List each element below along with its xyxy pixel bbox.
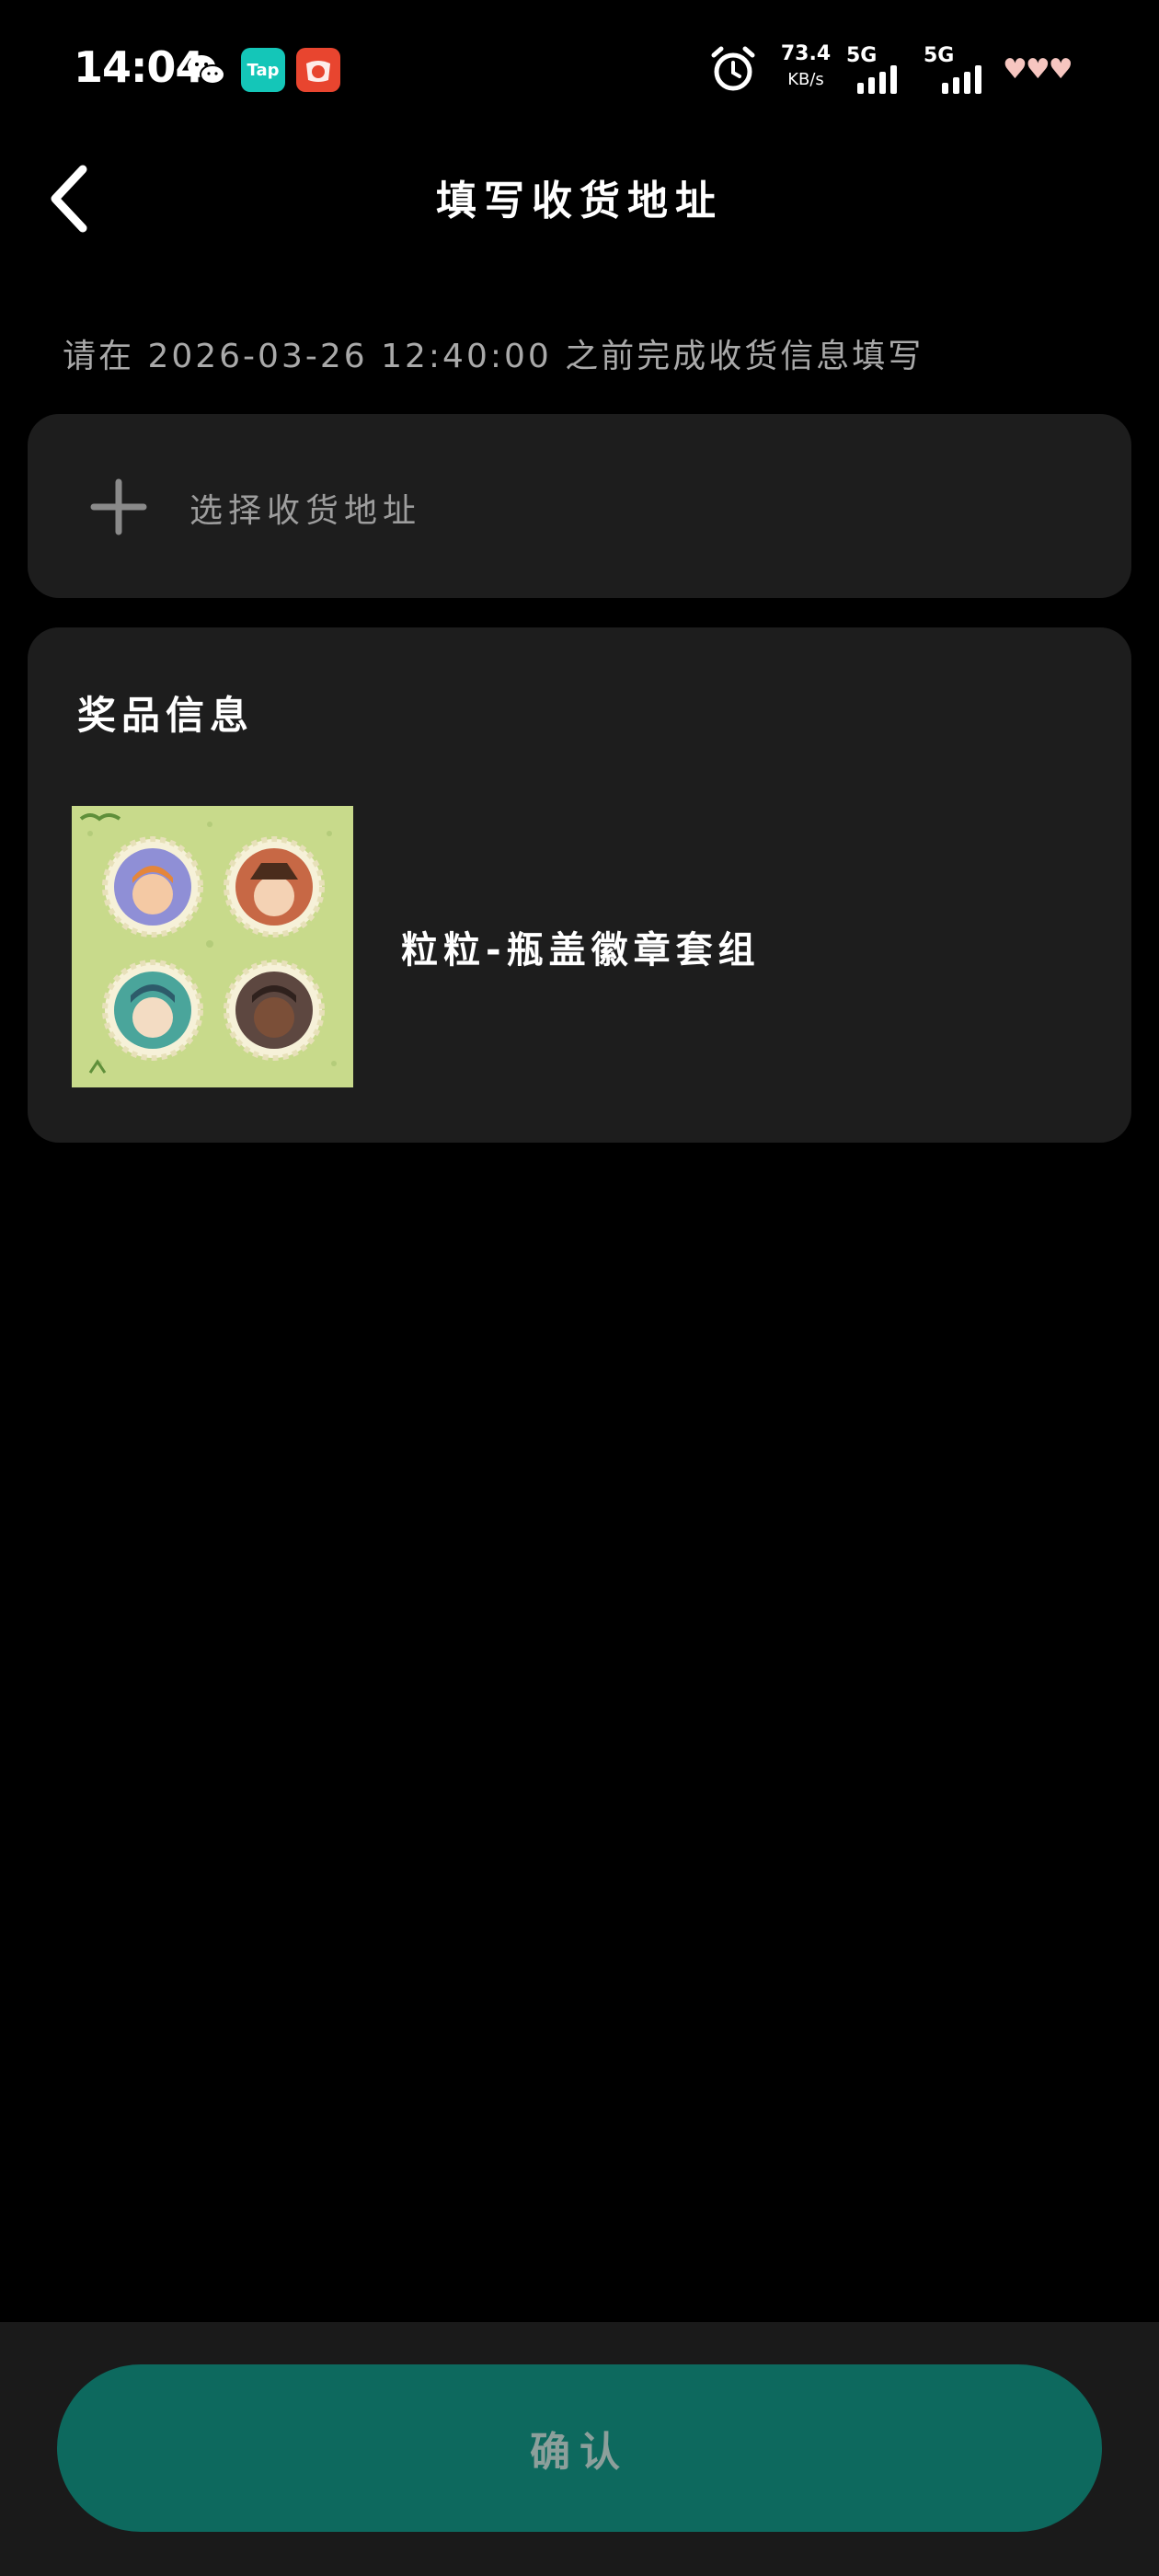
- plus-icon: [90, 478, 147, 535]
- page-title: 填写收货地址: [436, 178, 723, 224]
- network-speed-value: 73.4: [780, 42, 832, 65]
- taptap-icon: Tap: [241, 48, 285, 92]
- alarm-icon: [708, 44, 758, 94]
- red-app-icon: [296, 48, 340, 92]
- network-speed: 73.4 KB/s: [778, 44, 833, 88]
- prize-image: [72, 806, 353, 1087]
- status-bar: 14:04 Tap 73.4 KB/s 5G 5G ♥♥♥: [0, 0, 1159, 138]
- prize-name: 粒粒-瓶盖徽章套组: [401, 929, 761, 972]
- wechat-icon: [184, 48, 228, 92]
- deadline-notice: 请在 2026-03-26 12:40:00 之前完成收货信息填写: [63, 338, 924, 375]
- header: 填写收货地址: [0, 138, 1159, 258]
- signal-icon-2: [942, 64, 981, 94]
- page: 14:04 Tap 73.4 KB/s 5G 5G ♥♥♥ 填写收货地址 请在 …: [0, 0, 1159, 2576]
- hearts-icon: ♥♥♥: [1003, 53, 1073, 86]
- confirm-button[interactable]: 确认: [57, 2364, 1102, 2532]
- signal-icon-1: [857, 64, 897, 94]
- select-address-label: 选择收货地址: [189, 492, 422, 530]
- prize-section-title: 奖品信息: [77, 693, 255, 738]
- network-speed-unit: KB/s: [787, 70, 824, 89]
